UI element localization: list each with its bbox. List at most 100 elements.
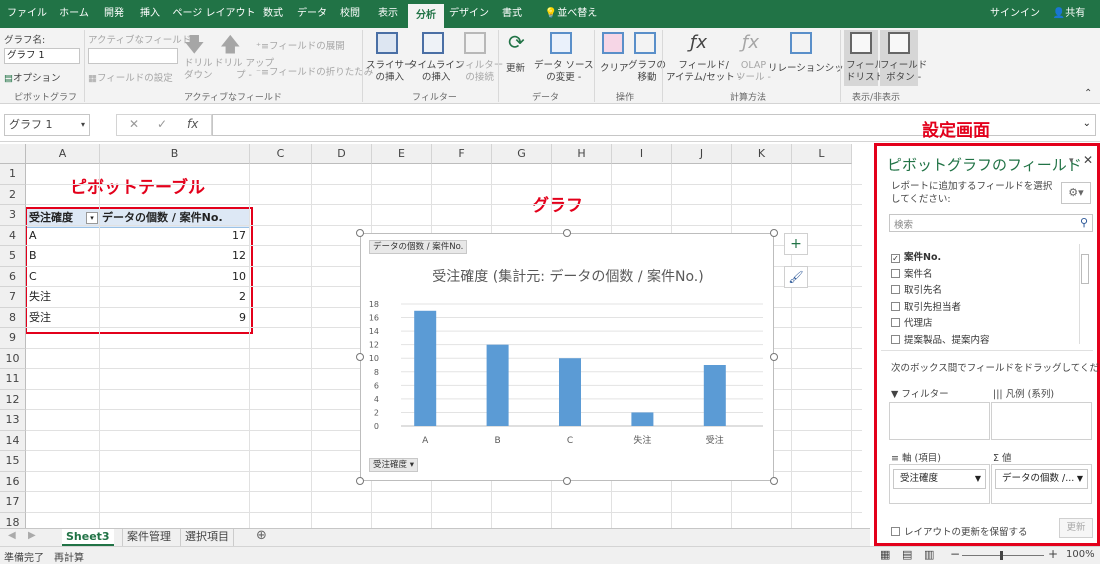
chart-resize-handle[interactable] (356, 477, 364, 485)
pivot-row-value[interactable]: 10 (102, 267, 246, 287)
column-header[interactable]: C (250, 144, 312, 164)
tab-design[interactable]: デザイン (448, 0, 490, 28)
collapse-ribbon-icon[interactable]: ⌃ (1084, 88, 1092, 99)
chart-title[interactable]: 受注確度 (集計元: データの個数 / 案件No.) (361, 266, 775, 286)
change-data-source-button[interactable]: データ ソース の変更 - (534, 60, 594, 84)
row-header[interactable]: 9 (0, 328, 26, 349)
pivot-row-label[interactable]: C (29, 267, 37, 287)
normal-view-icon[interactable]: ▦ (880, 548, 890, 561)
insert-slicer-button[interactable]: スライサー の挿入 (366, 60, 414, 84)
tab-formulas[interactable]: 数式 (258, 0, 288, 28)
insert-function-icon[interactable]: fx (187, 117, 198, 131)
row-header[interactable]: 15 (0, 451, 26, 472)
column-header[interactable]: I (612, 144, 672, 164)
chart-resize-handle[interactable] (563, 229, 571, 237)
page-layout-view-icon[interactable]: ▤ (902, 548, 912, 561)
scroll-right-icon[interactable]: ▶ (28, 530, 36, 541)
tab-analyze[interactable]: 分析 (408, 4, 444, 28)
chart-name-input[interactable]: グラフ 1 (4, 48, 80, 64)
tab-review[interactable]: 校閲 (334, 0, 366, 28)
row-header[interactable]: 8 (0, 307, 26, 328)
chart-styles-brush-icon[interactable]: 🖌 (784, 266, 808, 288)
bar[interactable] (631, 412, 654, 426)
field-item[interactable]: 取引先名 (891, 283, 942, 298)
field-item[interactable]: ✓ 案件No. (891, 250, 941, 265)
field-settings-button[interactable]: ▦フィールドの設定 (88, 70, 173, 84)
expand-formula-icon[interactable]: ⌄ (1083, 118, 1091, 129)
column-header[interactable]: G (492, 144, 552, 164)
chart-resize-handle[interactable] (356, 353, 364, 361)
field-list-button[interactable]: フィール ドリスト (846, 60, 884, 84)
pivot-row-value[interactable]: 2 (102, 287, 246, 307)
checkbox[interactable] (891, 285, 900, 294)
chart-elements-plus-icon[interactable]: + (784, 233, 808, 255)
axis-field-button[interactable]: 受注確度 ▾ (369, 458, 418, 472)
pivot-row-value[interactable]: 12 (102, 246, 246, 266)
bar[interactable] (703, 365, 726, 426)
signin-link[interactable]: サインイン (990, 0, 1040, 28)
zoom-slider-thumb[interactable] (1000, 551, 1003, 560)
chart-resize-handle[interactable] (356, 229, 364, 237)
expand-field-button[interactable]: ⁺≡フィールドの展開 (256, 38, 345, 52)
sheet-tab-case-management[interactable]: 案件管理 (122, 529, 175, 546)
field-search-input[interactable]: 検索 ⚲ (889, 214, 1093, 232)
tab-view[interactable]: 表示 (372, 0, 404, 28)
tab-format[interactable]: 書式 (494, 0, 530, 28)
pivot-row-value[interactable]: 17 (102, 226, 246, 246)
area-filter-box[interactable] (889, 402, 990, 440)
field-item[interactable]: 代理店 (891, 316, 933, 331)
pivot-row-label[interactable]: 受注 (29, 308, 51, 328)
pivot-row-label[interactable]: B (29, 246, 37, 266)
field-buttons-button[interactable]: フィールド ボタン - (880, 60, 927, 84)
close-icon[interactable]: ✕ (1083, 153, 1093, 167)
row-header[interactable]: 4 (0, 225, 26, 246)
checkbox[interactable] (891, 268, 900, 278)
defer-update-checkbox[interactable]: レイアウトの更新を保留する (891, 524, 1028, 538)
bar[interactable] (486, 344, 509, 426)
column-header[interactable]: L (792, 144, 852, 164)
checkbox-checked[interactable]: ✓ (891, 254, 900, 263)
row-header[interactable]: 1 (0, 164, 26, 185)
column-header[interactable]: E (372, 144, 432, 164)
row-header[interactable]: 6 (0, 266, 26, 287)
tab-insert[interactable]: 挿入 (134, 0, 166, 28)
scrollbar-thumb[interactable] (1081, 254, 1089, 284)
filter-connections-button[interactable]: フィルター の接続 (456, 60, 503, 84)
column-header[interactable]: K (732, 144, 792, 164)
pane-options-chevron-icon[interactable]: ▾ (1069, 156, 1074, 166)
bar[interactable] (414, 310, 437, 426)
column-header[interactable]: H (552, 144, 612, 164)
clear-button[interactable]: クリア (600, 60, 629, 74)
field-item[interactable]: 提案製品、提案内容 (891, 333, 990, 347)
checkbox[interactable] (891, 334, 900, 344)
field-item[interactable]: 取引先担当者 (891, 300, 961, 315)
chart-resize-handle[interactable] (770, 353, 778, 361)
tab-home[interactable]: ホーム (54, 0, 94, 28)
select-all-corner[interactable] (0, 144, 26, 164)
bar[interactable] (559, 358, 581, 426)
column-header[interactable]: B (100, 144, 250, 164)
area-legend-box[interactable] (991, 402, 1092, 440)
zoom-slider[interactable] (962, 555, 1044, 556)
pivot-chart[interactable]: データの個数 / 案件No. 受注確度 (集計元: データの個数 / 案件No.… (360, 233, 774, 481)
checkbox[interactable] (891, 301, 900, 311)
row-header[interactable]: 13 (0, 410, 26, 431)
row-header[interactable]: 10 (0, 348, 26, 369)
row-header[interactable]: 12 (0, 389, 26, 410)
checkbox[interactable] (891, 527, 900, 536)
enter-icon[interactable]: ✓ (157, 117, 167, 131)
refresh-button[interactable]: 更新 (506, 60, 525, 74)
axis-field-dropdown[interactable]: 受注確度 ▼ (893, 469, 986, 489)
chart-plot-area[interactable]: 0 2 4 6 8 10 12 14 16 18 A B C 失注 受注 (361, 296, 775, 466)
drill-down-button[interactable]: ドリル ダウン (184, 58, 213, 82)
values-field-dropdown[interactable]: データの個数 /... ▼ (995, 469, 1088, 489)
zoom-out-icon[interactable]: − (950, 547, 960, 561)
row-header[interactable]: 11 (0, 369, 26, 390)
column-header[interactable]: D (312, 144, 372, 164)
row-header[interactable]: 17 (0, 492, 26, 513)
column-header[interactable]: J (672, 144, 732, 164)
gear-icon[interactable]: ⚙▾ (1061, 182, 1091, 204)
active-field-input[interactable] (88, 48, 178, 64)
chart-resize-handle[interactable] (770, 477, 778, 485)
column-header[interactable]: F (432, 144, 492, 164)
